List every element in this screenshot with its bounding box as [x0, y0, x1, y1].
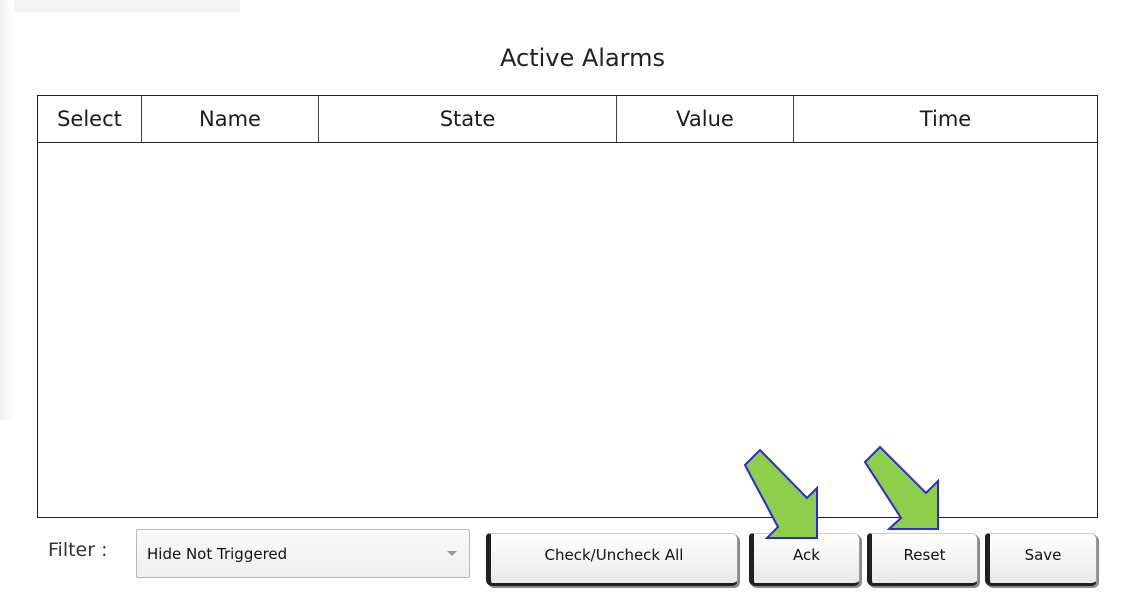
column-header-time[interactable]: Time: [794, 96, 1097, 142]
background-shade: [0, 0, 240, 12]
filter-selected-value: Hide Not Triggered: [147, 544, 288, 563]
check-uncheck-all-button[interactable]: Check/Uncheck All: [486, 533, 738, 586]
filter-dropdown[interactable]: Hide Not Triggered: [136, 529, 470, 578]
column-header-select[interactable]: Select: [38, 96, 142, 142]
table-header: Select Name State Value Time: [38, 96, 1097, 143]
filter-label: Filter :: [48, 539, 108, 561]
column-header-state[interactable]: State: [319, 96, 617, 142]
chevron-down-icon[interactable]: [447, 551, 457, 556]
arrow-down-right-icon: [743, 448, 818, 539]
arrow-down-right-icon: [863, 445, 939, 530]
column-header-value[interactable]: Value: [617, 96, 794, 142]
save-button[interactable]: Save: [985, 533, 1097, 586]
panel-title: Active Alarms: [500, 44, 665, 72]
column-header-name[interactable]: Name: [142, 96, 319, 142]
